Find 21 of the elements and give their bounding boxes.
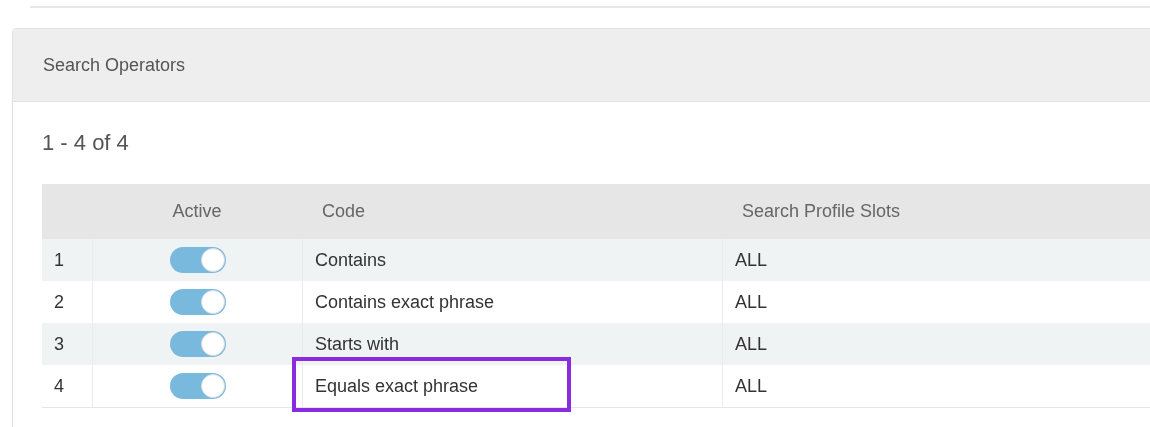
- table-cell: ALL: [735, 291, 768, 313]
- column-header[interactable]: Code: [322, 201, 366, 222]
- record-count: 1 - 4 of 4: [42, 130, 129, 155]
- active-toggle[interactable]: [169, 331, 226, 357]
- row-number: 4: [54, 375, 64, 397]
- row-number: 3: [54, 333, 64, 355]
- table-cell: Contains: [315, 249, 387, 271]
- row-number: 1: [54, 249, 64, 271]
- table-cell: ALL: [735, 249, 768, 271]
- column-header[interactable]: Active: [172, 201, 222, 222]
- table-cell: Equals exact phrase: [315, 375, 479, 397]
- active-toggle[interactable]: [169, 289, 226, 315]
- table-cell: Starts with: [315, 333, 400, 355]
- active-toggle[interactable]: [169, 247, 226, 273]
- panel-title: Search Operators: [43, 54, 186, 76]
- active-toggle[interactable]: [169, 373, 226, 399]
- table-cell: ALL: [735, 333, 768, 355]
- column-header[interactable]: Search Profile Slots: [742, 201, 901, 222]
- table-cell: ALL: [735, 375, 768, 397]
- row-number: 2: [54, 291, 64, 313]
- table-cell: Contains exact phrase: [315, 291, 495, 313]
